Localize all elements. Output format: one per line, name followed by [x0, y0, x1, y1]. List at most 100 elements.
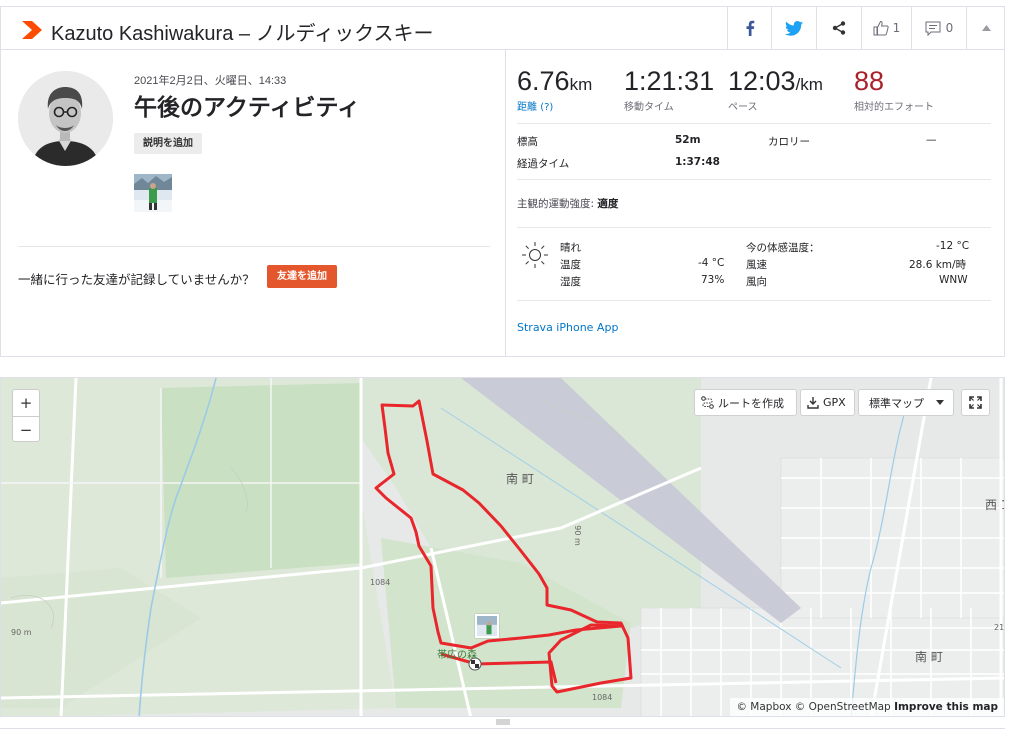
calories-label: カロリー [768, 136, 810, 148]
add-description-button[interactable]: 説明を追加 [134, 133, 202, 154]
create-route-button[interactable]: ルートを作成 [694, 389, 797, 416]
create-route-label: ルートを作成 [718, 396, 784, 410]
map-style-label: 標準マップ [869, 396, 924, 410]
elapsed-time-label: 経過タイム [517, 158, 570, 170]
stat-relative-effort[interactable]: 88 相対的エフォート [854, 66, 934, 113]
wind-direction-label: 風向 [746, 276, 767, 288]
pace-unit: /km [795, 75, 823, 94]
wind-speed-label: 風速 [746, 259, 767, 271]
thumbs-up-icon [873, 20, 889, 36]
page-title: Kazuto Kashiwakura – ノルディックスキー [51, 23, 434, 45]
distance-help-link[interactable]: (?) [540, 102, 553, 113]
twitter-share-button[interactable] [771, 7, 816, 49]
add-friend-button[interactable]: 友達を追加 [267, 265, 337, 288]
athlete-portrait [18, 71, 113, 166]
improve-map-link[interactable]: Improve this map [894, 701, 998, 713]
map-label-elevation: 90 m [11, 628, 32, 637]
calories-value: — [926, 134, 937, 146]
route-photo-marker[interactable] [475, 614, 499, 638]
feels-like-value: -12 °C [936, 240, 970, 252]
gpx-download-button[interactable]: GPX [800, 389, 855, 416]
osm-attribution-link[interactable]: © OpenStreetMap [795, 701, 891, 713]
relative-effort-value: 88 [854, 66, 885, 96]
comment-button[interactable]: 0 [911, 7, 966, 49]
facebook-icon [746, 20, 754, 36]
relative-effort-label: 相対的エフォート [854, 102, 934, 113]
elapsed-time-value: 1:37:48 [675, 156, 720, 168]
stat-moving-time: 1:21:31 移動タイム [624, 66, 714, 113]
friends-question: 一緒に行った友達が記録していませんか？ [18, 272, 255, 287]
humidity-value: 73% [701, 274, 725, 286]
device-link[interactable]: Strava iPhone App [517, 321, 618, 334]
snow-photo-thumbnail [134, 174, 172, 212]
moving-time-value: 1:21:31 [624, 66, 715, 96]
sunny-weather-icon [522, 242, 548, 268]
route-icon [701, 396, 714, 409]
map-resize-handle[interactable] [496, 719, 510, 725]
wind-speed-value: 28.6 km/時 [909, 259, 967, 271]
distance-unit: km [569, 75, 593, 94]
map-attribution: © Mapbox © OpenStreetMap Improve this ma… [730, 698, 1004, 716]
share-icon [832, 21, 846, 35]
map-label-number: 216 [994, 623, 1005, 632]
map-label-park: 帯広の森 [437, 650, 477, 661]
mapbox-attribution-link[interactable]: © Mapbox [736, 701, 791, 713]
snow-photo-thumbnail [477, 616, 497, 636]
stat-pace: 12:03/km ペース [728, 66, 823, 113]
zoom-out-button[interactable]: − [13, 416, 39, 442]
map-style-dropdown[interactable]: 標準マップ [858, 389, 954, 416]
caret-down-icon [936, 400, 944, 405]
perceived-exertion-label: 主観的運動強度: [517, 198, 595, 210]
divider [517, 123, 991, 124]
pace-label: ペース [728, 102, 758, 113]
moving-time-label: 移動タイム [624, 102, 674, 113]
comment-count: 0 [945, 21, 954, 35]
weather-condition: 晴れ [560, 242, 581, 254]
activity-summary-panel: 2021年2月2日、火曜日、14:33 午後のアクティビティ 説明を追加 一緒に… [0, 50, 505, 357]
temperature-value: -4 °C [698, 257, 725, 269]
pace-value: 12:03 [728, 66, 796, 96]
divider [18, 246, 490, 247]
share-button[interactable] [816, 7, 861, 49]
activity-photo[interactable] [134, 174, 172, 212]
activity-stats-panel: 6.76km 距離 (?) 1:21:31 移動タイム 12:03/km ペース… [505, 50, 1005, 357]
zoom-in-button[interactable]: + [13, 390, 39, 416]
perceived-exertion-value: 適度 [597, 198, 619, 210]
kudos-count: 1 [892, 21, 901, 35]
facebook-share-button[interactable] [727, 7, 771, 49]
comment-icon [925, 21, 941, 36]
map-label-minamimachi: 南 町 [915, 650, 943, 664]
activity-title: 午後のアクティビティ [134, 95, 361, 121]
map-canvas [1, 378, 1004, 716]
collapse-button[interactable] [966, 7, 1005, 49]
wind-direction-value: WNW [939, 274, 968, 286]
kudos-button[interactable]: 1 [861, 7, 911, 49]
zoom-control: + − [12, 389, 40, 442]
map-label-minamimachi: 南 町 [506, 472, 534, 486]
avatar[interactable] [18, 71, 113, 166]
distance-value: 6.76 [517, 66, 570, 96]
divider [0, 728, 1005, 729]
stat-distance: 6.76km 距離 (?) [517, 66, 592, 113]
elevation-value: 52m [675, 134, 701, 146]
distance-label[interactable]: 距離 [517, 102, 537, 113]
divider [517, 300, 991, 301]
elevation-label: 標高 [517, 136, 538, 148]
gpx-label: GPX [823, 396, 846, 409]
activity-map[interactable]: 南 町 南 町 西 1 帯広の森 1084 1084 90 m 90 m 216… [0, 377, 1005, 717]
caret-up-icon [981, 25, 991, 31]
temperature-label: 温度 [560, 259, 581, 271]
map-label-elevation: 90 m [572, 525, 582, 546]
feels-like-label: 今の体感温度： [746, 242, 820, 254]
twitter-icon [785, 20, 803, 36]
map-label-road: 1084 [592, 693, 613, 702]
map-label-road: 1084 [370, 578, 391, 587]
activity-date: 2021年2月2日、火曜日、14:33 [134, 75, 287, 87]
download-icon [807, 397, 819, 409]
fullscreen-button[interactable] [961, 389, 990, 416]
divider [517, 179, 991, 180]
map-label-nishi: 西 1 [985, 498, 1004, 512]
divider [517, 227, 991, 228]
fullscreen-icon [969, 396, 982, 409]
chevron-right-icon [22, 21, 42, 39]
